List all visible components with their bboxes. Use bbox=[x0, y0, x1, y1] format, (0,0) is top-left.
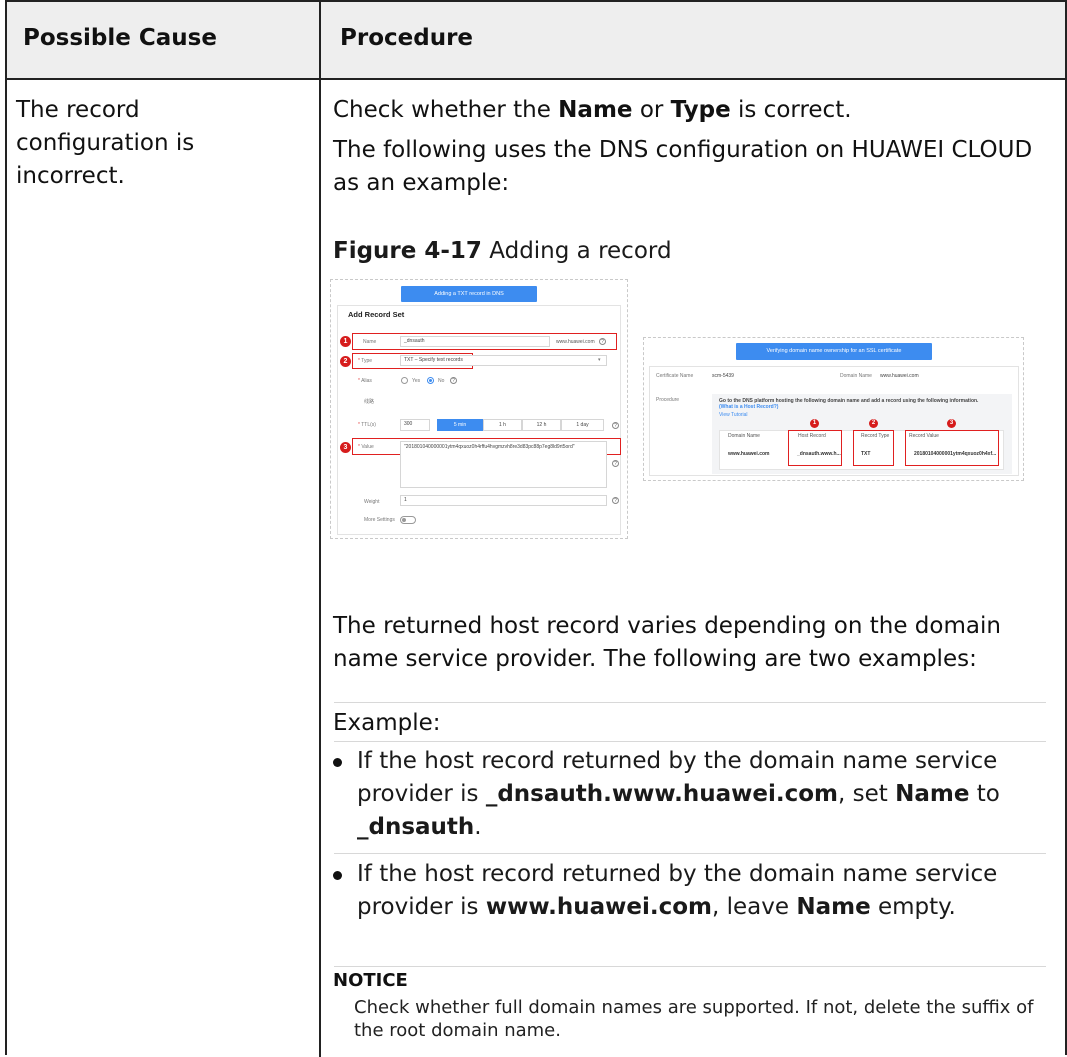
badge-3: 3 bbox=[340, 442, 351, 453]
record-value-highlight bbox=[905, 430, 999, 466]
example-label: Example: bbox=[333, 710, 441, 736]
divider bbox=[334, 966, 1046, 967]
procedure-step-check: Check whether the Name or Type is correc… bbox=[333, 97, 852, 123]
badge-1: 1 bbox=[340, 336, 351, 347]
notice-title: NOTICE bbox=[333, 970, 408, 991]
weight-label: Weight bbox=[364, 499, 380, 505]
type-label: * Type bbox=[358, 358, 373, 364]
panel-title: Add Record Set bbox=[348, 310, 405, 319]
domain-name-value: www.huawei.com bbox=[880, 373, 919, 379]
ttl-option-1h[interactable]: 1 h bbox=[483, 419, 522, 431]
help-icon: ? bbox=[612, 497, 619, 504]
cert-name-label: Certificate Name bbox=[656, 373, 694, 379]
header-possible-cause: Possible Cause bbox=[23, 25, 217, 51]
ttl-option-12h[interactable]: 12 h bbox=[522, 419, 561, 431]
cert-name-value: scm-5439 bbox=[712, 373, 734, 379]
help-icon: ? bbox=[612, 460, 619, 467]
badge-2: 2 bbox=[869, 419, 878, 428]
host-record-help-link[interactable]: (What is a Host Record?) bbox=[719, 404, 778, 410]
ttl-option-5min[interactable]: 5 min bbox=[437, 419, 483, 431]
col-domain-name: Domain Name bbox=[728, 433, 760, 439]
domain-name-label: Domain Name bbox=[840, 373, 872, 379]
name-input[interactable]: _dnsauth bbox=[400, 336, 550, 347]
name-label: Name bbox=[363, 339, 377, 345]
table-header-row: Possible Cause Procedure bbox=[7, 2, 1065, 80]
add-record-set-screenshot: Adding a TXT record in DNS Add Record Se… bbox=[330, 279, 628, 539]
help-icon: ? bbox=[612, 422, 619, 429]
notice-text: Check whether full domain names are supp… bbox=[354, 997, 1034, 1041]
bullet-icon bbox=[333, 871, 342, 880]
chevron-down-icon: ▾ bbox=[598, 357, 601, 363]
host-record-note: The returned host record varies dependin… bbox=[333, 613, 1001, 672]
more-settings-label: More Settings bbox=[364, 517, 395, 523]
divider bbox=[334, 853, 1046, 854]
line-label: 线路 bbox=[364, 399, 375, 405]
cell-domain-name: www.huawei.com bbox=[728, 451, 770, 457]
list-item-text: If the host record returned by the domai… bbox=[357, 748, 1000, 840]
value-label: * Value bbox=[358, 444, 374, 450]
cause-cell: The record configuration is incorrect. bbox=[16, 97, 195, 189]
alias-no-radio[interactable] bbox=[427, 377, 434, 384]
divider bbox=[334, 741, 1046, 742]
badge-3: 3 bbox=[947, 419, 956, 428]
certificate-panel: Certificate Name scm-5439 Domain Name ww… bbox=[649, 366, 1019, 476]
add-record-set-panel: Add Record Set 1 Name _dnsauth www.huawe… bbox=[337, 305, 621, 535]
bullet-icon bbox=[333, 758, 342, 767]
more-settings-toggle[interactable] bbox=[400, 516, 416, 524]
record-type-highlight bbox=[853, 430, 894, 466]
ttl-input[interactable]: 300 bbox=[400, 419, 430, 431]
add-txt-record-banner: Adding a TXT record in DNS bbox=[401, 286, 537, 302]
badge-2: 2 bbox=[340, 356, 351, 367]
alias-yes-label: Yes bbox=[412, 378, 421, 384]
list-item-text: If the host record returned by the domai… bbox=[357, 861, 998, 920]
badge-1: 1 bbox=[810, 419, 819, 428]
host-record-highlight bbox=[788, 430, 842, 466]
header-procedure: Procedure bbox=[340, 25, 474, 51]
ttl-label: * TTL(s) bbox=[358, 422, 376, 428]
verify-ownership-banner: Verifying domain name ownership for an S… bbox=[736, 343, 932, 360]
procedure-dns-example-text: The following uses the DNS configuration… bbox=[333, 137, 1033, 196]
name-suffix: www.huawei.com bbox=[556, 339, 595, 345]
divider bbox=[334, 702, 1046, 703]
alias-yes-radio[interactable] bbox=[401, 377, 408, 384]
alias-no-label: No bbox=[438, 378, 445, 384]
value-textarea[interactable]: "201801040000001ytm4qxuoz0h4rffu4hvgmzvh… bbox=[400, 441, 607, 488]
alias-label: * Alias bbox=[358, 378, 372, 384]
weight-input[interactable]: 1 bbox=[400, 495, 607, 506]
help-icon: ? bbox=[599, 338, 606, 345]
view-tutorial-link[interactable]: View Tutorial bbox=[719, 412, 748, 418]
ttl-option-1day[interactable]: 1 day bbox=[561, 419, 604, 431]
type-select[interactable]: TXT – Specify text records bbox=[400, 355, 607, 366]
ssl-verification-screenshot: Verifying domain name ownership for an S… bbox=[643, 337, 1024, 481]
procedure-label: Procedure bbox=[656, 397, 680, 403]
help-icon: ? bbox=[450, 377, 457, 384]
column-divider bbox=[319, 2, 321, 1057]
figure-caption: Figure 4-17 Adding a record bbox=[333, 238, 672, 264]
